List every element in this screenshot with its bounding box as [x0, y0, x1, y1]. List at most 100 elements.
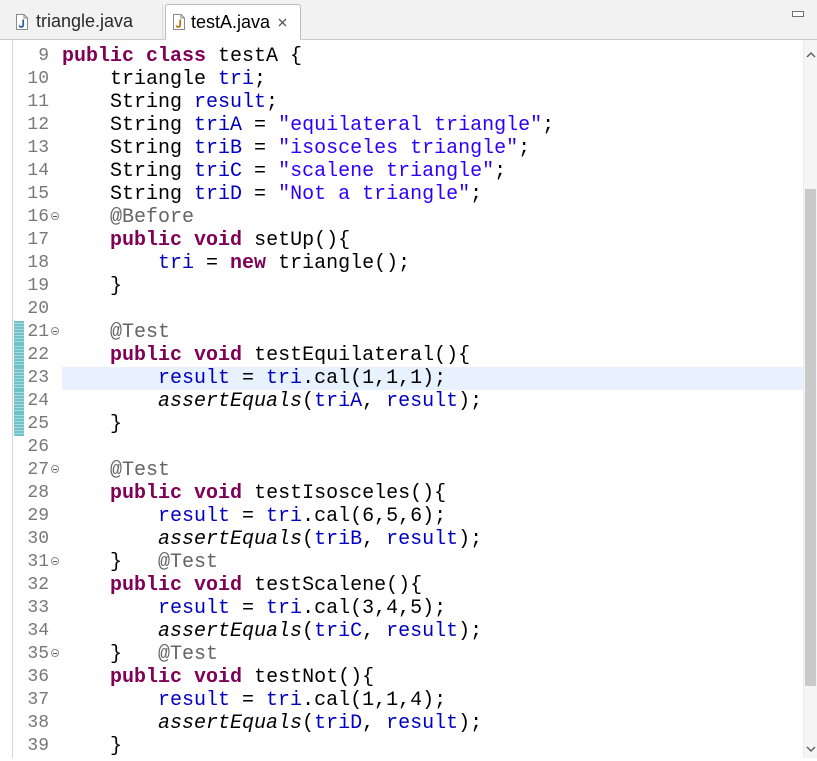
code-line-text[interactable]: } — [62, 413, 803, 436]
code-line-text[interactable] — [62, 298, 803, 321]
code-line: 9 public class testA { — [0, 45, 803, 68]
keyword-token: void — [194, 574, 243, 597]
code-line-text[interactable]: @Before — [62, 206, 803, 229]
line-number: 20 — [27, 299, 49, 319]
code-line-text[interactable]: String triA = "equilateral triangle"; — [62, 114, 803, 137]
code-text: String — [62, 183, 195, 206]
scrollbar-track[interactable] — [804, 68, 817, 740]
code-line-text[interactable]: String triC = "scalene triangle"; — [62, 160, 803, 183]
line-number: 11 — [27, 92, 49, 112]
code-line: 16 @Before — [0, 206, 803, 229]
scroll-down-chevron-icon[interactable] — [804, 742, 817, 756]
field-token: tri — [266, 597, 303, 620]
fold-collapse-icon[interactable] — [51, 212, 59, 220]
close-icon[interactable] — [278, 18, 287, 27]
line-number: 32 — [27, 575, 49, 595]
fold-collapse-icon[interactable] — [51, 327, 59, 335]
code-line-text[interactable]: String triD = "Not a triangle"; — [62, 183, 803, 206]
code-line-text[interactable]: result = tri.cal(1,1,4); — [62, 689, 803, 712]
code-line: 23 result = tri.cal(1,1,1); — [0, 367, 803, 390]
annotation-token: @Test — [158, 551, 219, 574]
code-line: 27 @Test — [0, 459, 803, 482]
fold-gutter — [49, 160, 62, 183]
code-line-text[interactable]: } @Test — [62, 643, 803, 666]
tab-triangle-java[interactable]: triangle.java — [0, 4, 163, 39]
code-line-text[interactable]: public void setUp(){ — [62, 229, 803, 252]
code-line-text[interactable]: String result; — [62, 91, 803, 114]
code-line: 17 public void setUp(){ — [0, 229, 803, 252]
scroll-up-chevron-icon[interactable] — [804, 48, 817, 62]
tab-testa-java[interactable]: testA.java — [165, 4, 301, 40]
field-token: triC — [194, 160, 243, 183]
code-line-text[interactable]: } — [62, 735, 803, 758]
code-editor[interactable]: 9 public class testA {10 triangle tri; 11 … — [0, 40, 803, 758]
quick-diff-marker — [14, 551, 24, 574]
code-line-text[interactable]: assertEquals(triD, result); — [62, 712, 803, 735]
line-number: 35 — [27, 644, 49, 664]
quick-diff-marker — [14, 206, 24, 229]
code-text: ; — [542, 114, 555, 137]
line-number: 22 — [27, 345, 49, 365]
fold-gutter — [49, 137, 62, 160]
line-number: 17 — [27, 230, 49, 250]
code-line-text[interactable]: String triB = "isosceles triangle"; — [62, 137, 803, 160]
code-line-text[interactable]: tri = new triangle(); — [62, 252, 803, 275]
fold-gutter — [49, 459, 62, 482]
code-line-text[interactable]: public void testScalene(){ — [62, 574, 803, 597]
fold-collapse-icon[interactable] — [51, 649, 59, 657]
code-line: 29 result = tri.cal(6,5,6); — [0, 505, 803, 528]
fold-gutter — [49, 735, 62, 758]
code-text: = — [230, 505, 267, 528]
code-line-text[interactable]: public void testNot(){ — [62, 666, 803, 689]
code-line-text[interactable]: public class testA { — [62, 45, 803, 68]
code-line-text[interactable]: } @Test — [62, 551, 803, 574]
code-line-text[interactable] — [62, 436, 803, 459]
line-number: 16 — [27, 207, 49, 227]
minimize-icon[interactable] — [792, 11, 804, 17]
fold-gutter — [49, 252, 62, 275]
quick-diff-marker — [14, 413, 24, 436]
code-line-text[interactable]: result = tri.cal(6,5,6); — [62, 505, 803, 528]
code-line-text[interactable]: result = tri.cal(1,1,1); — [62, 367, 803, 390]
code-text: } — [62, 551, 159, 574]
fold-gutter — [49, 45, 62, 68]
code-text: ); — [458, 390, 483, 413]
code-line-text[interactable]: public void testIsosceles(){ — [62, 482, 803, 505]
keyword-token: class — [146, 45, 207, 68]
code-line-text[interactable]: @Test — [62, 459, 803, 482]
code-line-text[interactable]: @Test — [62, 321, 803, 344]
code-line-text[interactable]: assertEquals(triC, result); — [62, 620, 803, 643]
tab-label: testA.java — [191, 11, 271, 32]
line-number: 38 — [27, 713, 49, 733]
scrollbar-thumb[interactable] — [805, 188, 816, 687]
field-token: tri — [266, 505, 303, 528]
fold-gutter — [49, 68, 62, 91]
code-line-text[interactable]: assertEquals(triB, result); — [62, 528, 803, 551]
code-line-text[interactable]: triangle tri; — [62, 68, 803, 91]
code-line-text[interactable]: result = tri.cal(3,4,5); — [62, 597, 803, 620]
code-line: 38 assertEquals(triD, result); — [0, 712, 803, 735]
code-line: 15 String triD = "Not a triangle"; — [0, 183, 803, 206]
vertical-scrollbar[interactable] — [803, 40, 817, 758]
field-token: result — [386, 390, 459, 413]
code-text: testA { — [206, 45, 303, 68]
code-line-text[interactable]: } — [62, 275, 803, 298]
fold-collapse-icon[interactable] — [51, 557, 59, 565]
line-number: 39 — [27, 736, 49, 756]
code-line: 10 triangle tri; — [0, 68, 803, 91]
field-token: triC — [314, 620, 363, 643]
field-token: tri — [158, 252, 195, 275]
code-line-text[interactable]: public void testEquilateral(){ — [62, 344, 803, 367]
code-line: 37 result = tri.cal(1,1,4); — [0, 689, 803, 712]
code-line: 25 } — [0, 413, 803, 436]
code-line-text[interactable]: assertEquals(triA, result); — [62, 390, 803, 413]
fold-collapse-icon[interactable] — [51, 465, 59, 473]
